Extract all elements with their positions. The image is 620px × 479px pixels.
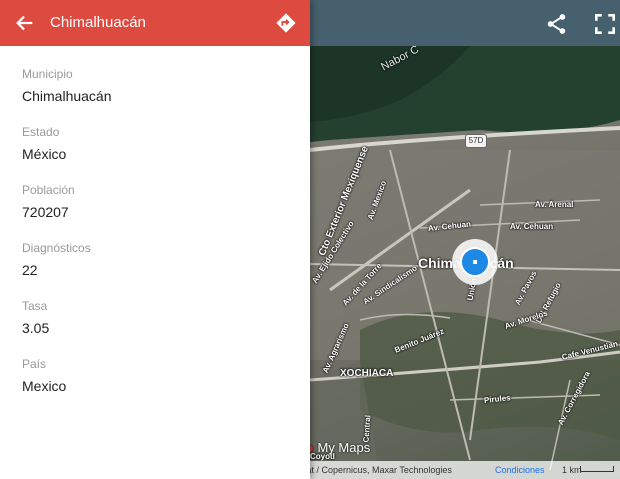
fullscreen-icon[interactable] <box>592 11 618 37</box>
map-toolbar <box>310 0 620 46</box>
field-label: Tasa <box>22 299 48 313</box>
field-municipio: Municipio Chimalhuacán <box>22 67 112 104</box>
field-value: Mexico <box>22 378 67 394</box>
field-label: Estado <box>22 125 60 139</box>
field-value: México <box>22 146 67 162</box>
field-label: Municipio <box>22 67 73 81</box>
panel-header: Chimalhuacán <box>0 0 310 46</box>
map-label-av-arenal: Av. Arenal <box>535 200 574 209</box>
map-attribution: sat / Copernicus, Maxar Technologies Con… <box>300 461 620 479</box>
field-value: Chimalhuacán <box>22 88 112 104</box>
map-label-central: Central <box>361 414 373 443</box>
field-value: 22 <box>22 262 38 278</box>
field-diagnosticos: Diagnósticos 22 <box>22 241 91 278</box>
field-value: 3.05 <box>22 320 50 336</box>
mymaps-logo: ● My Maps <box>306 440 371 455</box>
attribution-text: sat / Copernicus, Maxar Technologies <box>302 465 452 475</box>
share-icon[interactable] <box>544 11 570 37</box>
panel-title: Chimalhuacán <box>50 14 146 31</box>
details-panel: Chimalhuacán Municipio Chimalhuacán Esta… <box>0 0 310 479</box>
field-pais: País Mexico <box>22 357 66 394</box>
directions-icon[interactable] <box>275 12 297 34</box>
location-marker-core <box>473 260 477 264</box>
field-estado: Estado México <box>22 125 66 162</box>
map-label-xochiaca: XOCHIACA <box>340 368 394 379</box>
conditions-link[interactable]: Condiciones <box>495 462 545 478</box>
field-label: Diagnósticos <box>22 241 91 255</box>
field-value: 720207 <box>22 204 69 220</box>
highway-shield: 57D <box>465 134 487 148</box>
map-label-av-cehuan-2: Av. Cehuan <box>510 222 554 231</box>
field-label: País <box>22 357 47 371</box>
arrow-left-icon[interactable] <box>14 12 36 34</box>
field-poblacion: Población 720207 <box>22 183 75 220</box>
scale-label: 1 km <box>562 465 582 475</box>
scale-bar <box>580 466 614 472</box>
field-label: Población <box>22 183 75 197</box>
field-tasa: Tasa 3.05 <box>22 299 49 336</box>
